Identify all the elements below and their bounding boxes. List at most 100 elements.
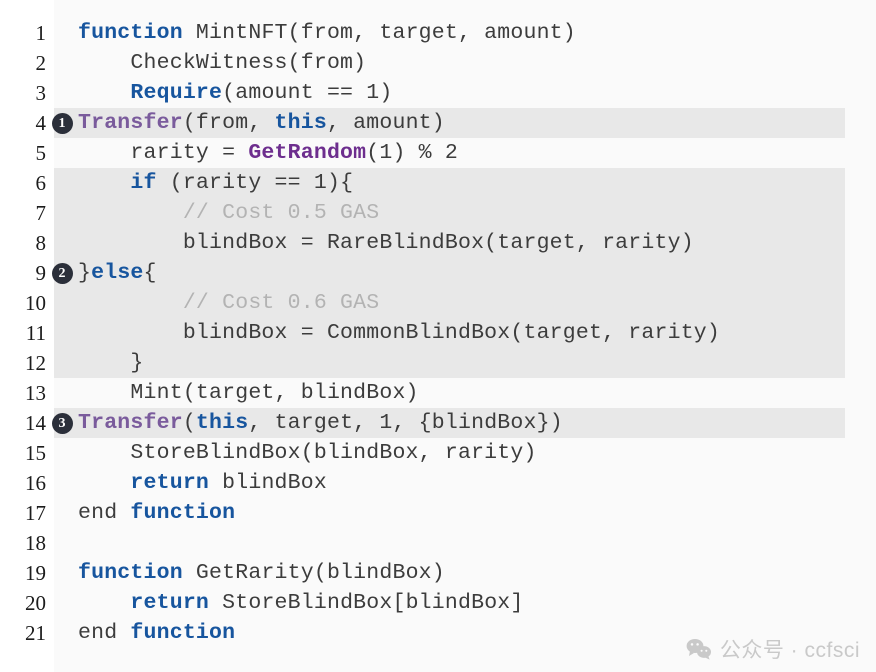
code-text: Transfer(this, target, 1, {blindBox}) bbox=[78, 408, 563, 438]
code-text: Mint(target, blindBox) bbox=[78, 378, 419, 408]
code-token: function bbox=[78, 21, 183, 45]
code-token: function bbox=[130, 501, 236, 525]
code-token: { bbox=[143, 261, 157, 285]
code-line: 8 blindBox = RareBlindBox(target, rarity… bbox=[0, 228, 876, 258]
code-token: (1) % 2 bbox=[366, 141, 458, 165]
code-token: function bbox=[130, 621, 236, 645]
code-text: function GetRarity(blindBox) bbox=[78, 558, 445, 588]
code-text: StoreBlindBox(blindBox, rarity) bbox=[78, 438, 537, 468]
line-number: 15 bbox=[25, 441, 46, 465]
step-badge-slot: 2 bbox=[46, 262, 78, 284]
code-token: GetRandom bbox=[248, 141, 367, 165]
code-token: function bbox=[78, 561, 183, 585]
code-token: // Cost 0.6 GAS bbox=[78, 291, 380, 315]
code-token: (rarity == 1){ bbox=[156, 171, 354, 195]
line-number: 17 bbox=[25, 501, 46, 525]
code-token: MintNFT(from, target, amount) bbox=[182, 21, 576, 45]
line-number: 3 bbox=[35, 81, 47, 105]
line-number: 4 bbox=[35, 111, 47, 135]
code-text: } bbox=[78, 348, 144, 378]
code-line: 11 blindBox = CommonBlindBox(target, rar… bbox=[0, 318, 876, 348]
code-line: 5 rarity = GetRandom(1) % 2 bbox=[0, 138, 876, 168]
code-text: end function bbox=[78, 498, 235, 528]
line-number: 5 bbox=[35, 141, 47, 165]
code-token: GetRarity(blindBox) bbox=[182, 561, 445, 585]
code-token: ( bbox=[182, 411, 196, 435]
code-token: blindBox = RareBlindBox(target, rarity) bbox=[78, 231, 694, 255]
step-badge-slot: 3 bbox=[46, 412, 78, 434]
line-number: 11 bbox=[25, 321, 46, 345]
code-token: (from, bbox=[182, 111, 275, 135]
code-token: this bbox=[195, 411, 249, 435]
line-number: 10 bbox=[25, 291, 46, 315]
code-line: 17 end function bbox=[0, 498, 876, 528]
code-token: else bbox=[91, 261, 144, 285]
code-token: return bbox=[130, 591, 210, 615]
code-token: , amount) bbox=[326, 111, 445, 135]
line-number: 8 bbox=[35, 231, 47, 255]
line-number: 14 bbox=[25, 411, 46, 435]
code-line: 7 // Cost 0.5 GAS bbox=[0, 198, 876, 228]
code-token: // Cost 0.5 GAS bbox=[78, 201, 380, 225]
code-text: // Cost 0.6 GAS bbox=[78, 288, 379, 318]
code-line: 16 return blindBox bbox=[0, 468, 876, 498]
code-text: CheckWitness(from) bbox=[78, 48, 366, 78]
code-token: } bbox=[78, 351, 144, 375]
code-text: blindBox = RareBlindBox(target, rarity) bbox=[78, 228, 694, 258]
code-token: CheckWitness(from) bbox=[78, 51, 367, 75]
line-number: 2 bbox=[35, 51, 47, 75]
code-line: 13 Mint(target, blindBox) bbox=[0, 378, 876, 408]
code-token: StoreBlindBox[blindBox] bbox=[209, 591, 524, 615]
code-text: if (rarity == 1){ bbox=[78, 168, 353, 198]
code-token: } bbox=[78, 261, 92, 285]
code-text: Transfer(from, this, amount) bbox=[78, 108, 445, 138]
code-line: 18 bbox=[0, 528, 876, 558]
line-number: 1 bbox=[35, 21, 47, 45]
step-badge-slot: 1 bbox=[46, 112, 78, 134]
code-line: 10 // Cost 0.6 GAS bbox=[0, 288, 876, 318]
code-token: end bbox=[78, 621, 131, 645]
code-text: Require(amount == 1) bbox=[78, 78, 392, 108]
line-number: 7 bbox=[35, 201, 47, 225]
line-number: 13 bbox=[25, 381, 46, 405]
code-text: return blindBox bbox=[78, 468, 327, 498]
line-number: 18 bbox=[25, 531, 46, 555]
wechat-icon bbox=[686, 638, 712, 660]
code-token: Transfer bbox=[78, 111, 183, 135]
code-token: blindBox bbox=[209, 471, 327, 495]
code-listing-figure: 1 function MintNFT(from, target, amount) 2… bbox=[0, 0, 876, 672]
line-number: 21 bbox=[25, 621, 46, 645]
code-line: 2 CheckWitness(from) bbox=[0, 48, 876, 78]
watermark-text: 公众号 · ccfsci bbox=[719, 639, 860, 662]
line-number: 9 bbox=[35, 261, 47, 285]
code-token: StoreBlindBox(blindBox, rarity) bbox=[78, 441, 537, 465]
code-text: function MintNFT(from, target, amount) bbox=[78, 18, 576, 48]
line-number: 19 bbox=[25, 561, 46, 585]
code-token: , target, 1, {blindBox}) bbox=[248, 411, 563, 435]
code-line: 1 function MintNFT(from, target, amount) bbox=[0, 18, 876, 48]
code-text: // Cost 0.5 GAS bbox=[78, 198, 379, 228]
code-line: 19 function GetRarity(blindBox) bbox=[0, 558, 876, 588]
code-line: 14 3 Transfer(this, target, 1, {blindBox}) bbox=[0, 408, 876, 438]
code-token: (amount == 1) bbox=[222, 81, 393, 105]
code-line: 9 2}else{ bbox=[0, 258, 876, 288]
step-badge: 3 bbox=[51, 412, 73, 434]
code-text: return StoreBlindBox[blindBox] bbox=[78, 588, 524, 618]
code-token: Require bbox=[130, 81, 223, 105]
code-token: end bbox=[78, 501, 131, 525]
line-number: 16 bbox=[25, 471, 46, 495]
code-token: if bbox=[130, 171, 157, 195]
code-text: end function bbox=[78, 618, 235, 648]
code-token: Transfer bbox=[78, 411, 183, 435]
line-number: 6 bbox=[35, 171, 47, 195]
code-line: 12 } bbox=[0, 348, 876, 378]
code-token: Mint(target, blindBox) bbox=[78, 381, 419, 405]
code-line: 15 StoreBlindBox(blindBox, rarity) bbox=[0, 438, 876, 468]
code-token: return bbox=[130, 471, 210, 495]
code-text: blindBox = CommonBlindBox(target, rarity… bbox=[78, 318, 720, 348]
code-token: rarity = bbox=[78, 141, 249, 165]
